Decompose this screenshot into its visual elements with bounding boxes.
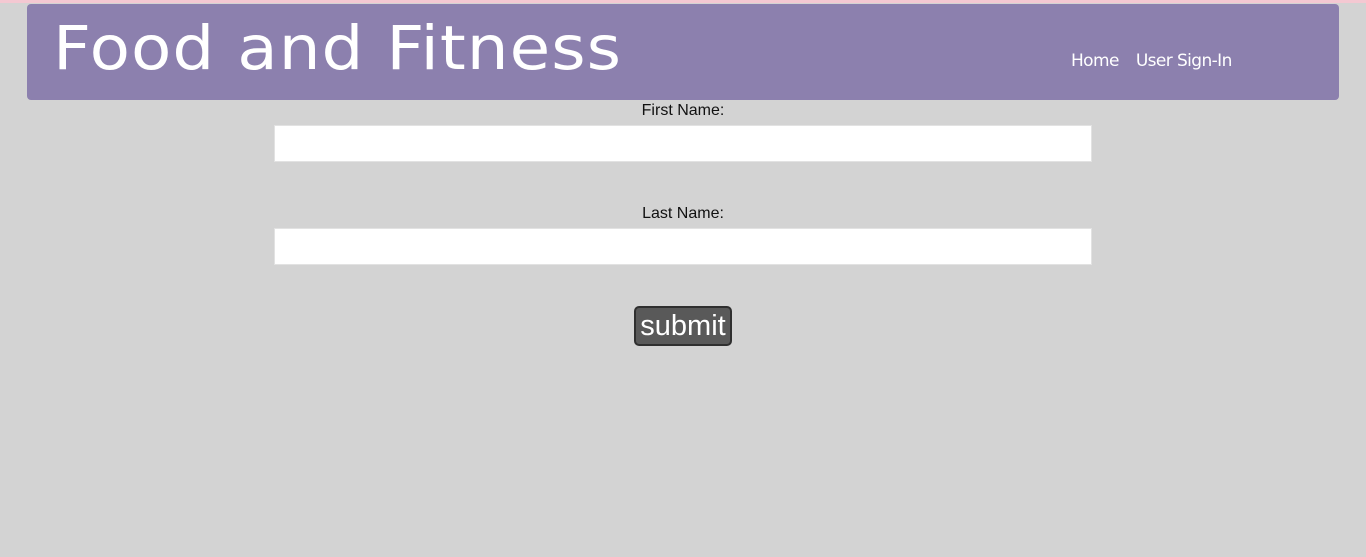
nav-link-user-sign-in[interactable]: User Sign-In bbox=[1136, 51, 1233, 71]
site-title: Food and Fitness bbox=[53, 12, 622, 84]
last-name-label: Last Name: bbox=[642, 205, 724, 222]
main-nav: Home User Sign-In bbox=[1071, 51, 1232, 71]
last-name-input[interactable] bbox=[274, 228, 1092, 265]
first-name-input[interactable] bbox=[274, 125, 1092, 162]
nav-link-home[interactable]: Home bbox=[1071, 51, 1119, 71]
submit-button[interactable]: submit bbox=[634, 306, 732, 346]
first-name-label: First Name: bbox=[641, 102, 725, 119]
site-header: Food and Fitness Home User Sign-In bbox=[27, 4, 1339, 100]
top-accent-strip bbox=[0, 0, 1366, 3]
